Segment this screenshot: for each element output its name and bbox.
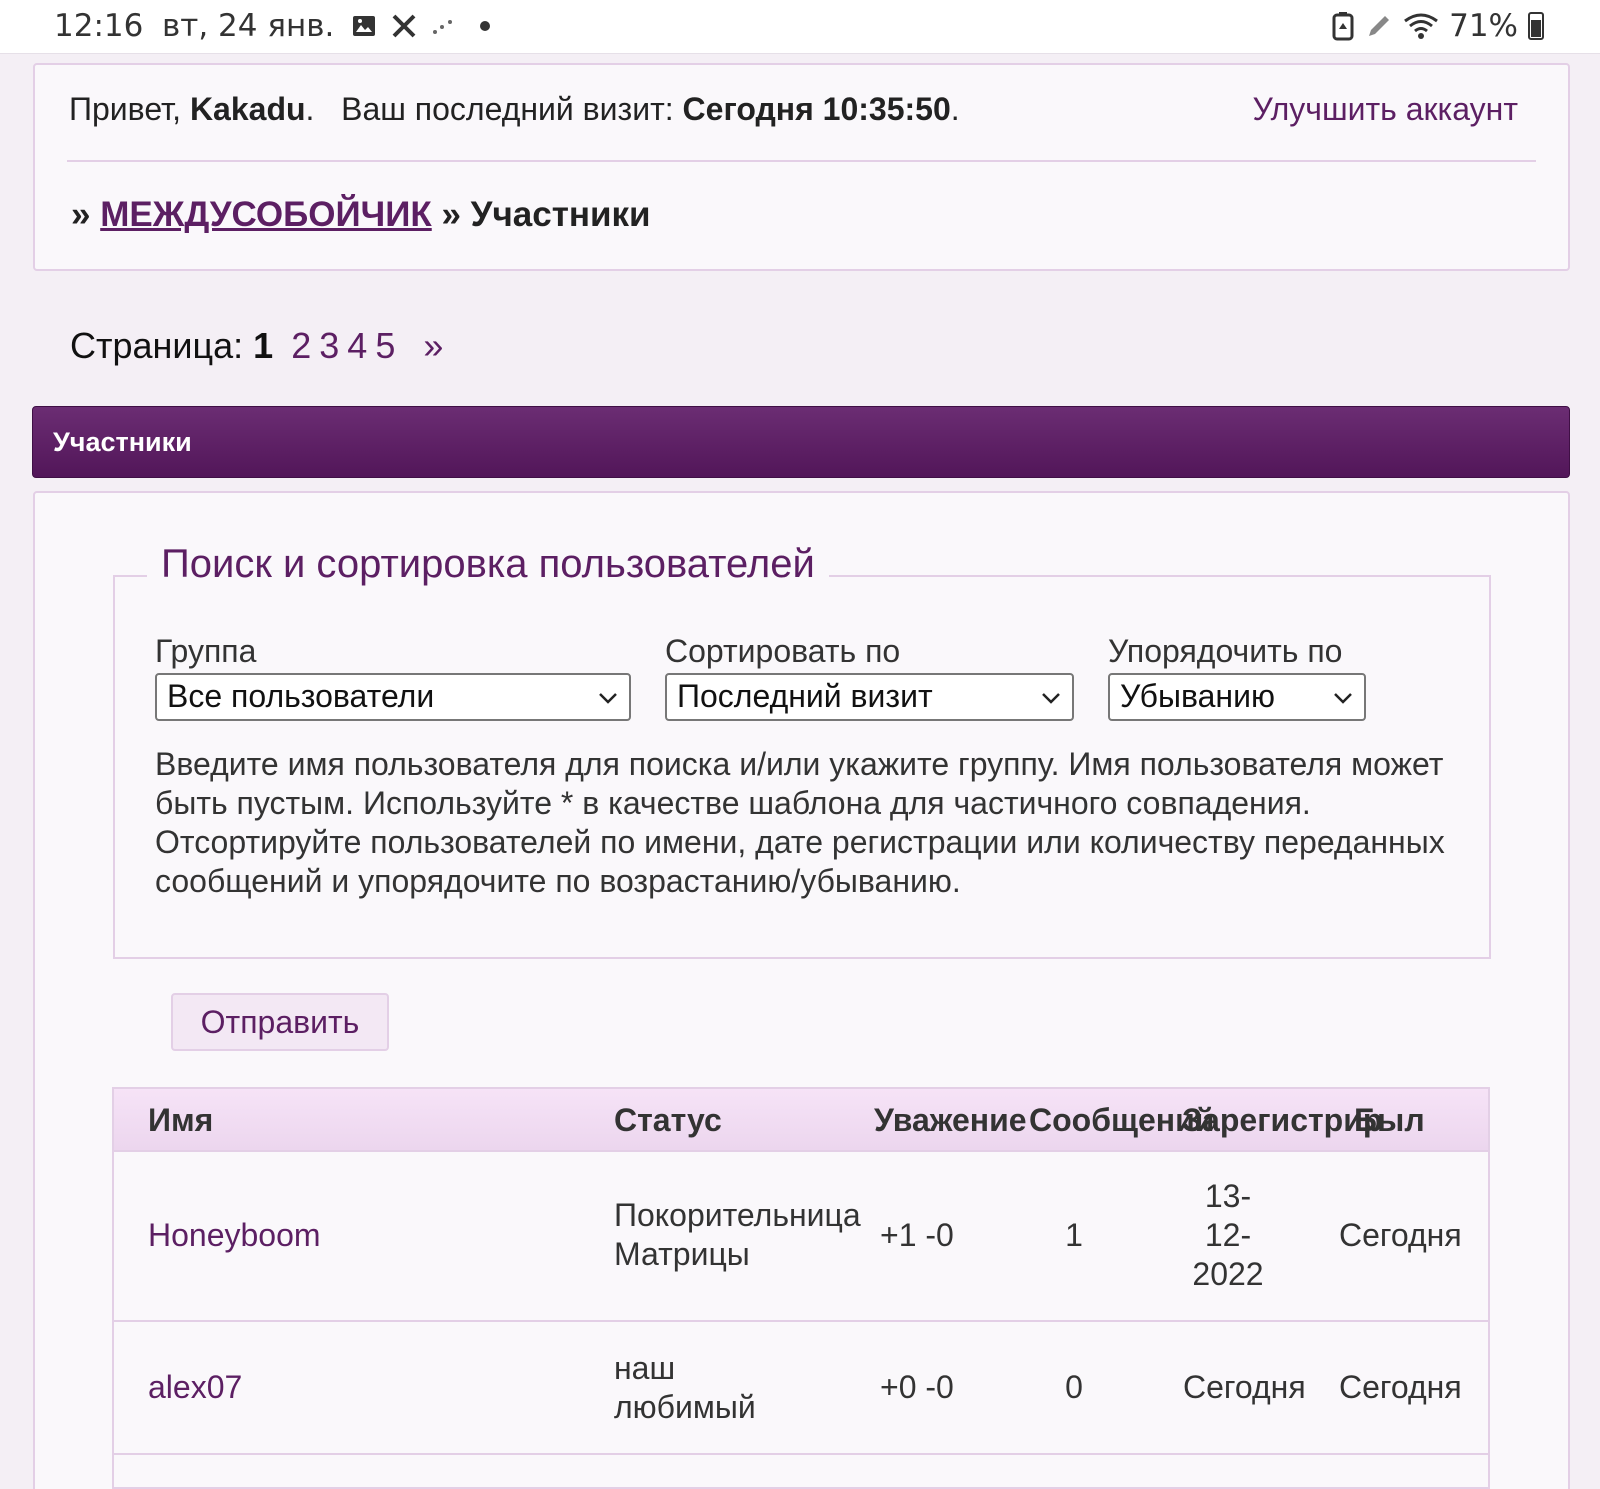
pagination-current-page: 1: [253, 325, 274, 366]
battery-percent: 71%: [1449, 8, 1518, 44]
pagination-page-5[interactable]: 5: [375, 325, 395, 366]
member-status-line2: любимый: [614, 1389, 756, 1425]
upgrade-account-link[interactable]: Улучшить аккаунт: [1252, 91, 1518, 128]
search-legend: Поиск и сортировка пользователей: [147, 542, 829, 587]
greeting: Привет,: [69, 91, 190, 127]
battery-icon: [1528, 12, 1544, 40]
member-registered-line3: 2022: [1192, 1256, 1264, 1292]
pagination-page-3[interactable]: 3: [319, 325, 339, 366]
section-title: Участники: [53, 427, 192, 457]
welcome-panel: Привет, Kakadu. Ваш последний визит: Сег…: [33, 63, 1570, 271]
wifi-icon: [1404, 13, 1438, 39]
section-header: Участники: [32, 406, 1570, 478]
member-posts: 0: [1065, 1369, 1083, 1405]
group-select-value: Все пользователи: [167, 678, 435, 714]
member-name-link[interactable]: Honeyboom: [148, 1216, 321, 1254]
group-select[interactable]: Все пользователи: [155, 673, 631, 721]
breadcrumb-current: Участники: [470, 195, 651, 234]
last-visit-dot: .: [950, 91, 960, 127]
member-status-line1: Покорительница: [614, 1197, 861, 1233]
member-registered: Сегодня: [1183, 1369, 1306, 1405]
status-time: 12:16: [54, 8, 144, 44]
member-status-line1: наш: [614, 1350, 676, 1386]
greeting-dot: .: [305, 91, 315, 127]
pagination-page-4[interactable]: 4: [347, 325, 367, 366]
order-select-value: Убыванию: [1120, 678, 1275, 714]
sort-select-value: Последний визит: [677, 678, 933, 714]
header-respect[interactable]: Уважение: [874, 1102, 1027, 1139]
member-registered-line2: 12-: [1204, 1217, 1252, 1253]
member-registered-line1: 13-: [1204, 1178, 1252, 1214]
header-registered[interactable]: Зарегистрирован: [1182, 1102, 1382, 1139]
submit-button[interactable]: Отправить: [171, 993, 389, 1051]
table-row: alex07 наш любимый +0 -0 0 Сегодня Сегод…: [114, 1322, 1488, 1455]
status-date: вт, 24 янв.: [162, 8, 335, 44]
member-posts: 1: [1065, 1217, 1083, 1253]
header-status[interactable]: Статус: [614, 1102, 722, 1139]
status-bar: 12:16 вт, 24 янв. 71%: [0, 0, 1600, 54]
table-row: Honeyboom Покорительница Матрицы +1 -0 1…: [114, 1152, 1488, 1322]
group-label: Группа: [155, 633, 257, 669]
order-select[interactable]: Убыванию: [1108, 673, 1366, 721]
battery-saver-icon: [1332, 12, 1354, 41]
header-name[interactable]: Имя: [148, 1102, 213, 1139]
signal-dots-icon: [433, 20, 452, 34]
header-last-visit[interactable]: Был: [1354, 1102, 1425, 1139]
members-table: Имя Статус Уважение Сообщений Зарегистри…: [112, 1087, 1490, 1489]
breadcrumb-forum-link[interactable]: МЕЖДУСОБОЙЧИК: [100, 195, 432, 234]
divider: [67, 160, 1536, 162]
last-visit-label: Ваш последний визит:: [341, 91, 683, 127]
member-last-visit: Сегодня: [1339, 1369, 1462, 1405]
sort-select[interactable]: Последний визит: [665, 673, 1074, 721]
search-help-text: Введите имя пользователя для поиска и/ил…: [155, 746, 1445, 899]
pen-icon: [1369, 16, 1390, 36]
breadcrumb-separator: »: [71, 195, 101, 234]
breadcrumb-separator: »: [431, 195, 471, 234]
username: Kakadu: [189, 91, 306, 127]
pagination-page-2[interactable]: 2: [291, 325, 311, 366]
pagination-next[interactable]: »: [423, 325, 443, 366]
order-label: Упорядочить по: [1108, 633, 1343, 669]
breadcrumb: » МЕЖДУСОБОЙЧИК » Участники: [71, 195, 651, 235]
pagination-label: Страница:: [70, 325, 254, 366]
welcome-text: Привет, Kakadu. Ваш последний визит: Сег…: [69, 91, 960, 128]
pagination: Страница: 1 2345 »: [70, 325, 443, 367]
image-icon: [353, 16, 375, 36]
member-last-visit: Сегодня: [1339, 1217, 1462, 1253]
status-right: 71%: [1331, 8, 1544, 44]
member-respect: +1 -0: [880, 1217, 954, 1253]
chevron-down-icon: [1042, 693, 1060, 704]
member-respect: +0 -0: [880, 1369, 954, 1405]
member-name-link[interactable]: alex07: [148, 1368, 242, 1406]
chevron-down-icon: [599, 693, 617, 704]
tools-icon: [392, 14, 416, 38]
member-status-line2: Матрицы: [614, 1236, 750, 1272]
chevron-down-icon: [1334, 693, 1352, 704]
dot-icon: [480, 21, 490, 31]
table-header: Имя Статус Уважение Сообщений Зарегистри…: [114, 1089, 1488, 1152]
sort-label: Сортировать по: [665, 633, 901, 669]
last-visit-value: Сегодня 10:35:50: [682, 91, 951, 127]
